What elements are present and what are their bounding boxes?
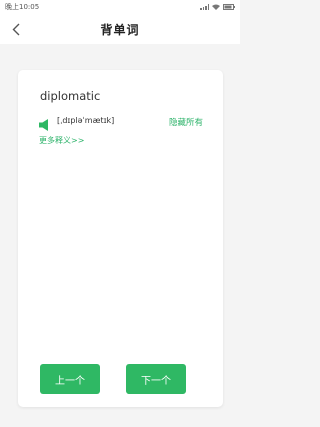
- back-button[interactable]: [8, 20, 24, 38]
- word-text: diplomatic: [40, 89, 101, 103]
- next-button[interactable]: 下一个: [126, 364, 186, 394]
- chevron-left-icon: [12, 23, 20, 35]
- hide-all-link[interactable]: 隐藏所有: [169, 116, 203, 128]
- previous-button[interactable]: 上一个: [40, 364, 100, 394]
- phonetic-text: [ˌdɪpləˈmætɪk]: [57, 116, 115, 125]
- more-meanings-link[interactable]: 更多释义>>: [39, 135, 84, 146]
- battery-icon: [223, 4, 235, 10]
- app-header: 背单词: [0, 14, 240, 44]
- status-time: 晚上10:05: [5, 3, 40, 11]
- status-icons: [200, 4, 235, 10]
- speaker-icon[interactable]: [39, 116, 51, 131]
- status-bar: 晚上10:05: [0, 0, 240, 14]
- word-card: diplomatic [ˌdɪpləˈmætɪk] 隐藏所有 更多释义>> 上一…: [18, 70, 223, 407]
- signal-icon: [200, 4, 209, 10]
- page-title: 背单词: [100, 22, 140, 37]
- wifi-icon: [212, 4, 220, 10]
